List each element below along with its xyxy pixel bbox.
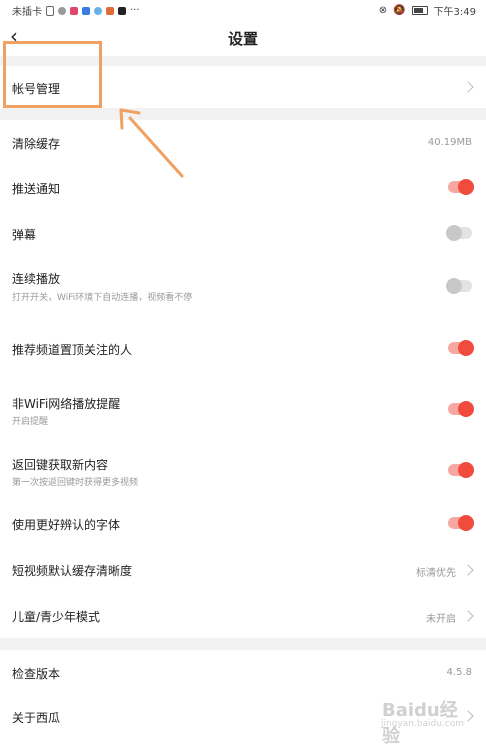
annotation-arrow-icon bbox=[119, 108, 184, 178]
watermark-url: jingyan.baidu.com bbox=[380, 719, 464, 729]
baidu-watermark: Baidu经验 jingyan.baidu.com bbox=[380, 692, 474, 747]
